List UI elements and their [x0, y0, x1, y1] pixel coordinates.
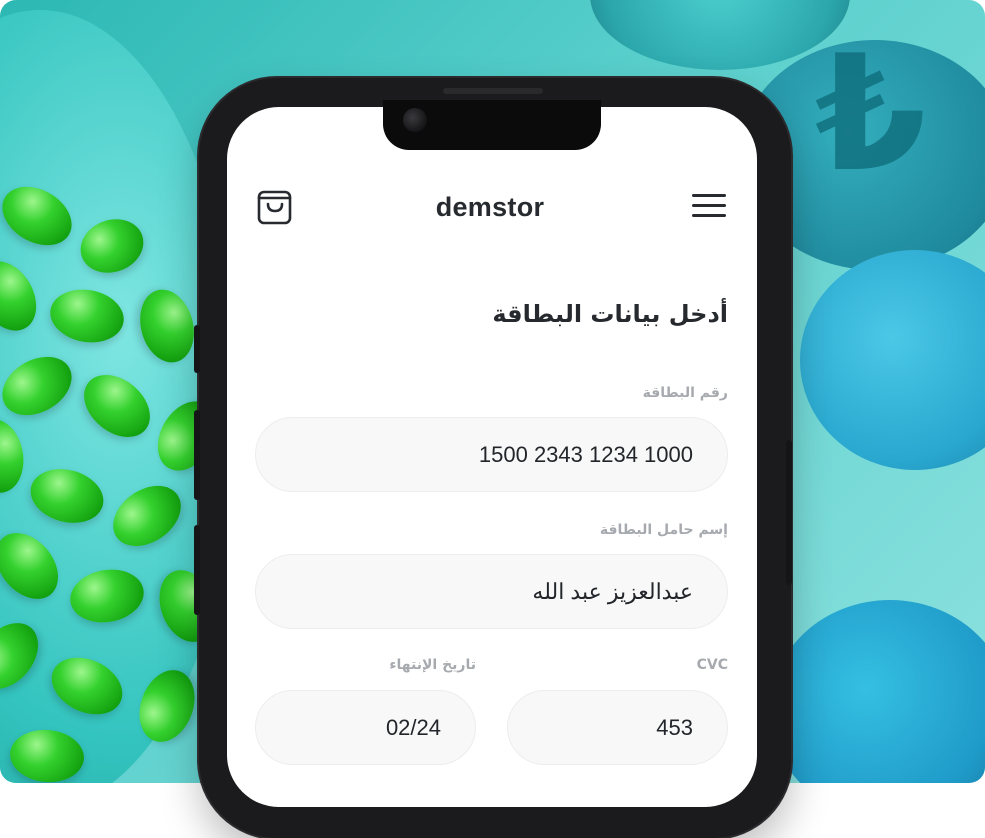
card-number-label: رقم البطاقة — [642, 385, 728, 401]
expiry-input[interactable]: 02/24 — [255, 690, 476, 765]
camera-icon — [403, 108, 427, 132]
cvc-input[interactable]: 453 — [507, 690, 728, 765]
brand-title: demstor — [435, 192, 545, 222]
page-title: أدخل بيانات البطاقة — [492, 300, 728, 328]
phone-side-button — [194, 410, 200, 500]
expiry-label: تاريخ الإنتهاء — [389, 657, 476, 673]
coin-image — [770, 600, 985, 783]
shopping-bag-icon[interactable] — [257, 187, 293, 225]
card-number-input[interactable]: 1500 2343 1234 1000 — [255, 417, 728, 492]
coin-image — [800, 250, 985, 470]
phone-speaker — [443, 88, 543, 94]
card-holder-input[interactable]: عبدالعزيز عبد الله — [255, 554, 728, 629]
card-holder-label: إسم حامل البطاقة — [599, 522, 728, 538]
phone-side-button — [194, 325, 200, 373]
lira-symbol-image: ₺ — [815, 20, 927, 207]
cvc-label: CVC — [696, 657, 728, 673]
hamburger-menu-icon[interactable] — [692, 192, 728, 220]
phone-side-button — [786, 440, 792, 585]
phone-side-button — [194, 525, 200, 615]
